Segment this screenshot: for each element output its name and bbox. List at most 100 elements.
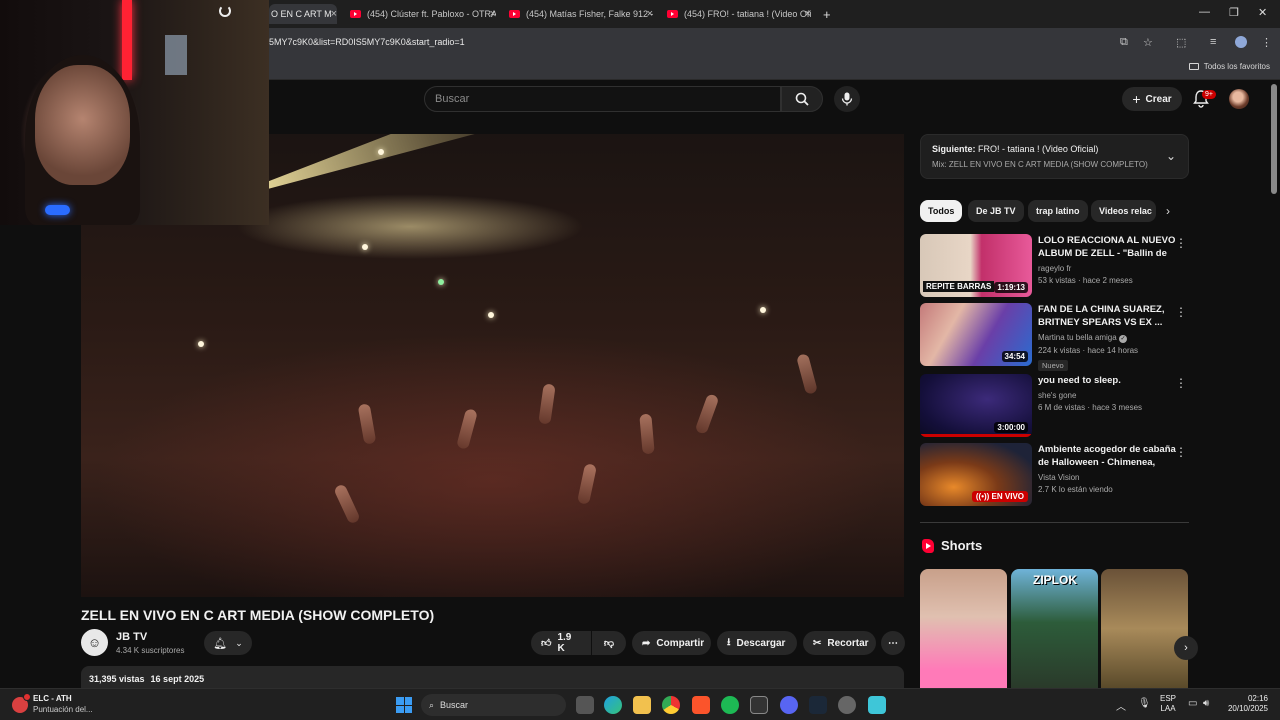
recommendation-title[interactable]: FAN DE LA CHINA SUAREZ, BRITNEY SPEARS V… (1038, 303, 1176, 329)
microphone-tray-icon[interactable]: 🎙︎ (1138, 698, 1151, 709)
like-button[interactable]: 👍︎ 1.9 K (531, 631, 591, 655)
chip-related[interactable]: Videos relac (1091, 200, 1156, 222)
input-language[interactable]: ESP LAA (1160, 694, 1176, 714)
chip-trap-latino[interactable]: trap latino (1028, 200, 1088, 222)
thumbnail-caption: REPITE BARRAS (923, 281, 995, 292)
video-thumbnail[interactable]: 34:54 (920, 303, 1032, 366)
tray-expand-icon[interactable]: ︿ (1116, 698, 1126, 713)
more-vertical-icon[interactable]: ⋮ (1175, 236, 1187, 250)
crowd-light (488, 312, 494, 318)
like-count: 1.9 K (557, 632, 572, 654)
share-button[interactable]: ➦ Compartir (632, 631, 711, 655)
crowd-light (378, 149, 384, 155)
close-tab-icon[interactable]: × (490, 8, 496, 20)
short-thumbnail[interactable]: ZIPLOK (1011, 569, 1098, 688)
new-tab-button[interactable]: + (823, 4, 831, 24)
recommendation-item[interactable]: 3:00:00 you need to sleep. she's gone 6 … (920, 374, 1189, 438)
video-thumbnail[interactable]: ((•)) EN VIVO (920, 443, 1032, 506)
edge-icon[interactable] (604, 696, 622, 714)
share-icon: ➦ (642, 637, 651, 649)
more-vertical-icon[interactable]: ⋮ (1175, 305, 1187, 319)
menu-kebab-icon[interactable]: ⋮ (1261, 36, 1272, 49)
file-explorer-icon[interactable] (633, 696, 651, 714)
chrome-icon[interactable] (662, 696, 680, 714)
account-avatar[interactable] (1229, 89, 1249, 109)
url-field[interactable]: 5MY7c9K0&list=RD0IS5MY7c9K0&start_radio=… (269, 37, 465, 47)
page-scrollbar[interactable] (1271, 84, 1277, 194)
brave-icon[interactable] (692, 696, 710, 714)
recommendation-channel[interactable]: she's gone (1038, 391, 1176, 400)
view-count: 31,395 vistas (89, 674, 145, 684)
notepad-icon[interactable] (868, 696, 886, 714)
extensions-icon[interactable]: ⬚ (1176, 36, 1186, 49)
watch-progress-bar (920, 434, 1032, 437)
chip-all[interactable]: Todos (920, 200, 963, 222)
view-stats: 31,395 vistas 16 sept 2025 (89, 674, 204, 684)
up-next-prefix: Siguiente: (932, 144, 976, 154)
short-thumbnail[interactable] (1101, 569, 1188, 688)
discord-icon[interactable] (780, 696, 798, 714)
system-clock[interactable]: 02:16 20/10/2025 (1226, 694, 1268, 714)
all-bookmarks-button[interactable]: Todos los favoritos (1188, 62, 1270, 71)
search-button[interactable] (781, 86, 823, 112)
chevron-right-icon[interactable]: › (1166, 204, 1170, 218)
recommendation-channel[interactable]: rageylo fr (1038, 264, 1176, 273)
task-view-icon[interactable] (576, 696, 594, 714)
create-button[interactable]: + Crear (1122, 87, 1182, 111)
shorts-next-button[interactable]: › (1174, 636, 1198, 660)
recommendation-title[interactable]: you need to sleep. (1038, 374, 1176, 387)
recommendation-item[interactable]: 34:54 FAN DE LA CHINA SUAREZ, BRITNEY SP… (920, 303, 1189, 371)
restore-icon[interactable]: ❐ (1229, 6, 1239, 19)
recommendation-title[interactable]: Ambiente acogedor de cabaña de Halloween… (1038, 443, 1176, 469)
short-thumbnail[interactable] (920, 569, 1007, 688)
tab-fro-tatiana[interactable]: (454) FRO! - tatiana ! (Video Ofi × (667, 4, 811, 24)
network-icon[interactable]: ▭ (1188, 698, 1197, 709)
search-input[interactable] (425, 87, 780, 111)
channel-avatar[interactable]: ☺ (81, 629, 108, 656)
close-tab-icon[interactable]: × (331, 8, 337, 20)
dislike-button[interactable]: 👎︎ (592, 631, 626, 655)
minimize-icon[interactable]: — (1199, 6, 1210, 18)
chip-channel[interactable]: De JB TV (968, 200, 1024, 222)
clip-button[interactable]: ✂ Recortar (803, 631, 876, 655)
streamer-face (35, 65, 130, 185)
channel-name[interactable]: JB TV (116, 631, 147, 643)
tab-matias-fisher[interactable]: (454) Matías Fisher, Falke 912 - × (509, 4, 653, 24)
subscription-bell-button[interactable]: 🔔︎ ⌄ (204, 631, 252, 655)
start-button[interactable] (396, 697, 412, 713)
youtube-favicon-icon (667, 10, 678, 18)
spotify-icon[interactable] (721, 696, 739, 714)
close-tab-icon[interactable]: × (805, 8, 811, 20)
folder-icon (1188, 63, 1199, 70)
close-window-icon[interactable]: ✕ (1258, 6, 1267, 19)
voice-search-button[interactable] (834, 86, 860, 112)
volume-icon[interactable]: 🔊︎ (1203, 698, 1209, 709)
more-actions-button[interactable]: ⋯ (881, 631, 905, 655)
taskbar-search[interactable]: ⌕ Buscar (421, 694, 566, 716)
steam-icon[interactable] (809, 696, 827, 714)
video-thumbnail[interactable]: REPITE BARRAS 1:19:13 (920, 234, 1032, 297)
recommendation-item[interactable]: REPITE BARRAS 1:19:13 LOLO REACCIONA AL … (920, 234, 1189, 298)
profile-avatar[interactable] (1235, 36, 1247, 48)
more-vertical-icon[interactable]: ⋮ (1175, 376, 1187, 390)
description-box[interactable]: 31,395 vistas 16 sept 2025 (81, 666, 904, 690)
app-icon[interactable] (838, 696, 856, 714)
media-control-icon[interactable]: ≡ (1210, 36, 1216, 48)
up-next-panel[interactable]: Siguiente: FRO! - tatiana ! (Video Ofici… (920, 134, 1189, 179)
recommendation-channel[interactable]: Martina tu bella amiga ✓ (1038, 333, 1176, 343)
tab-cluster[interactable]: (454) Clúster ft. Pabloxo - OTRA × (350, 4, 496, 24)
video-thumbnail[interactable]: 3:00:00 (920, 374, 1032, 437)
search-icon: ⌕ (429, 699, 435, 710)
recommendation-channel[interactable]: Vista Vision (1038, 473, 1176, 482)
recommendation-title[interactable]: LOLO REACCIONA AL NUEVO ALBUM DE ZELL - … (1038, 234, 1176, 260)
cast-icon[interactable]: ⧉ (1120, 36, 1128, 49)
recommendation-item[interactable]: ((•)) EN VIVO Ambiente acogedor de cabañ… (920, 443, 1189, 507)
bookmark-star-icon[interactable]: ☆ (1143, 36, 1153, 49)
epic-games-icon[interactable] (750, 696, 768, 714)
close-tab-icon[interactable]: × (647, 8, 653, 20)
chevron-down-icon[interactable]: ⌄ (1166, 149, 1176, 163)
more-vertical-icon[interactable]: ⋮ (1175, 445, 1187, 459)
tab-current[interactable]: O EN C ART M × (269, 4, 337, 24)
download-button[interactable]: ⭳ Descargar (717, 631, 797, 655)
widget-title[interactable]: ELC - ATH (33, 694, 72, 703)
